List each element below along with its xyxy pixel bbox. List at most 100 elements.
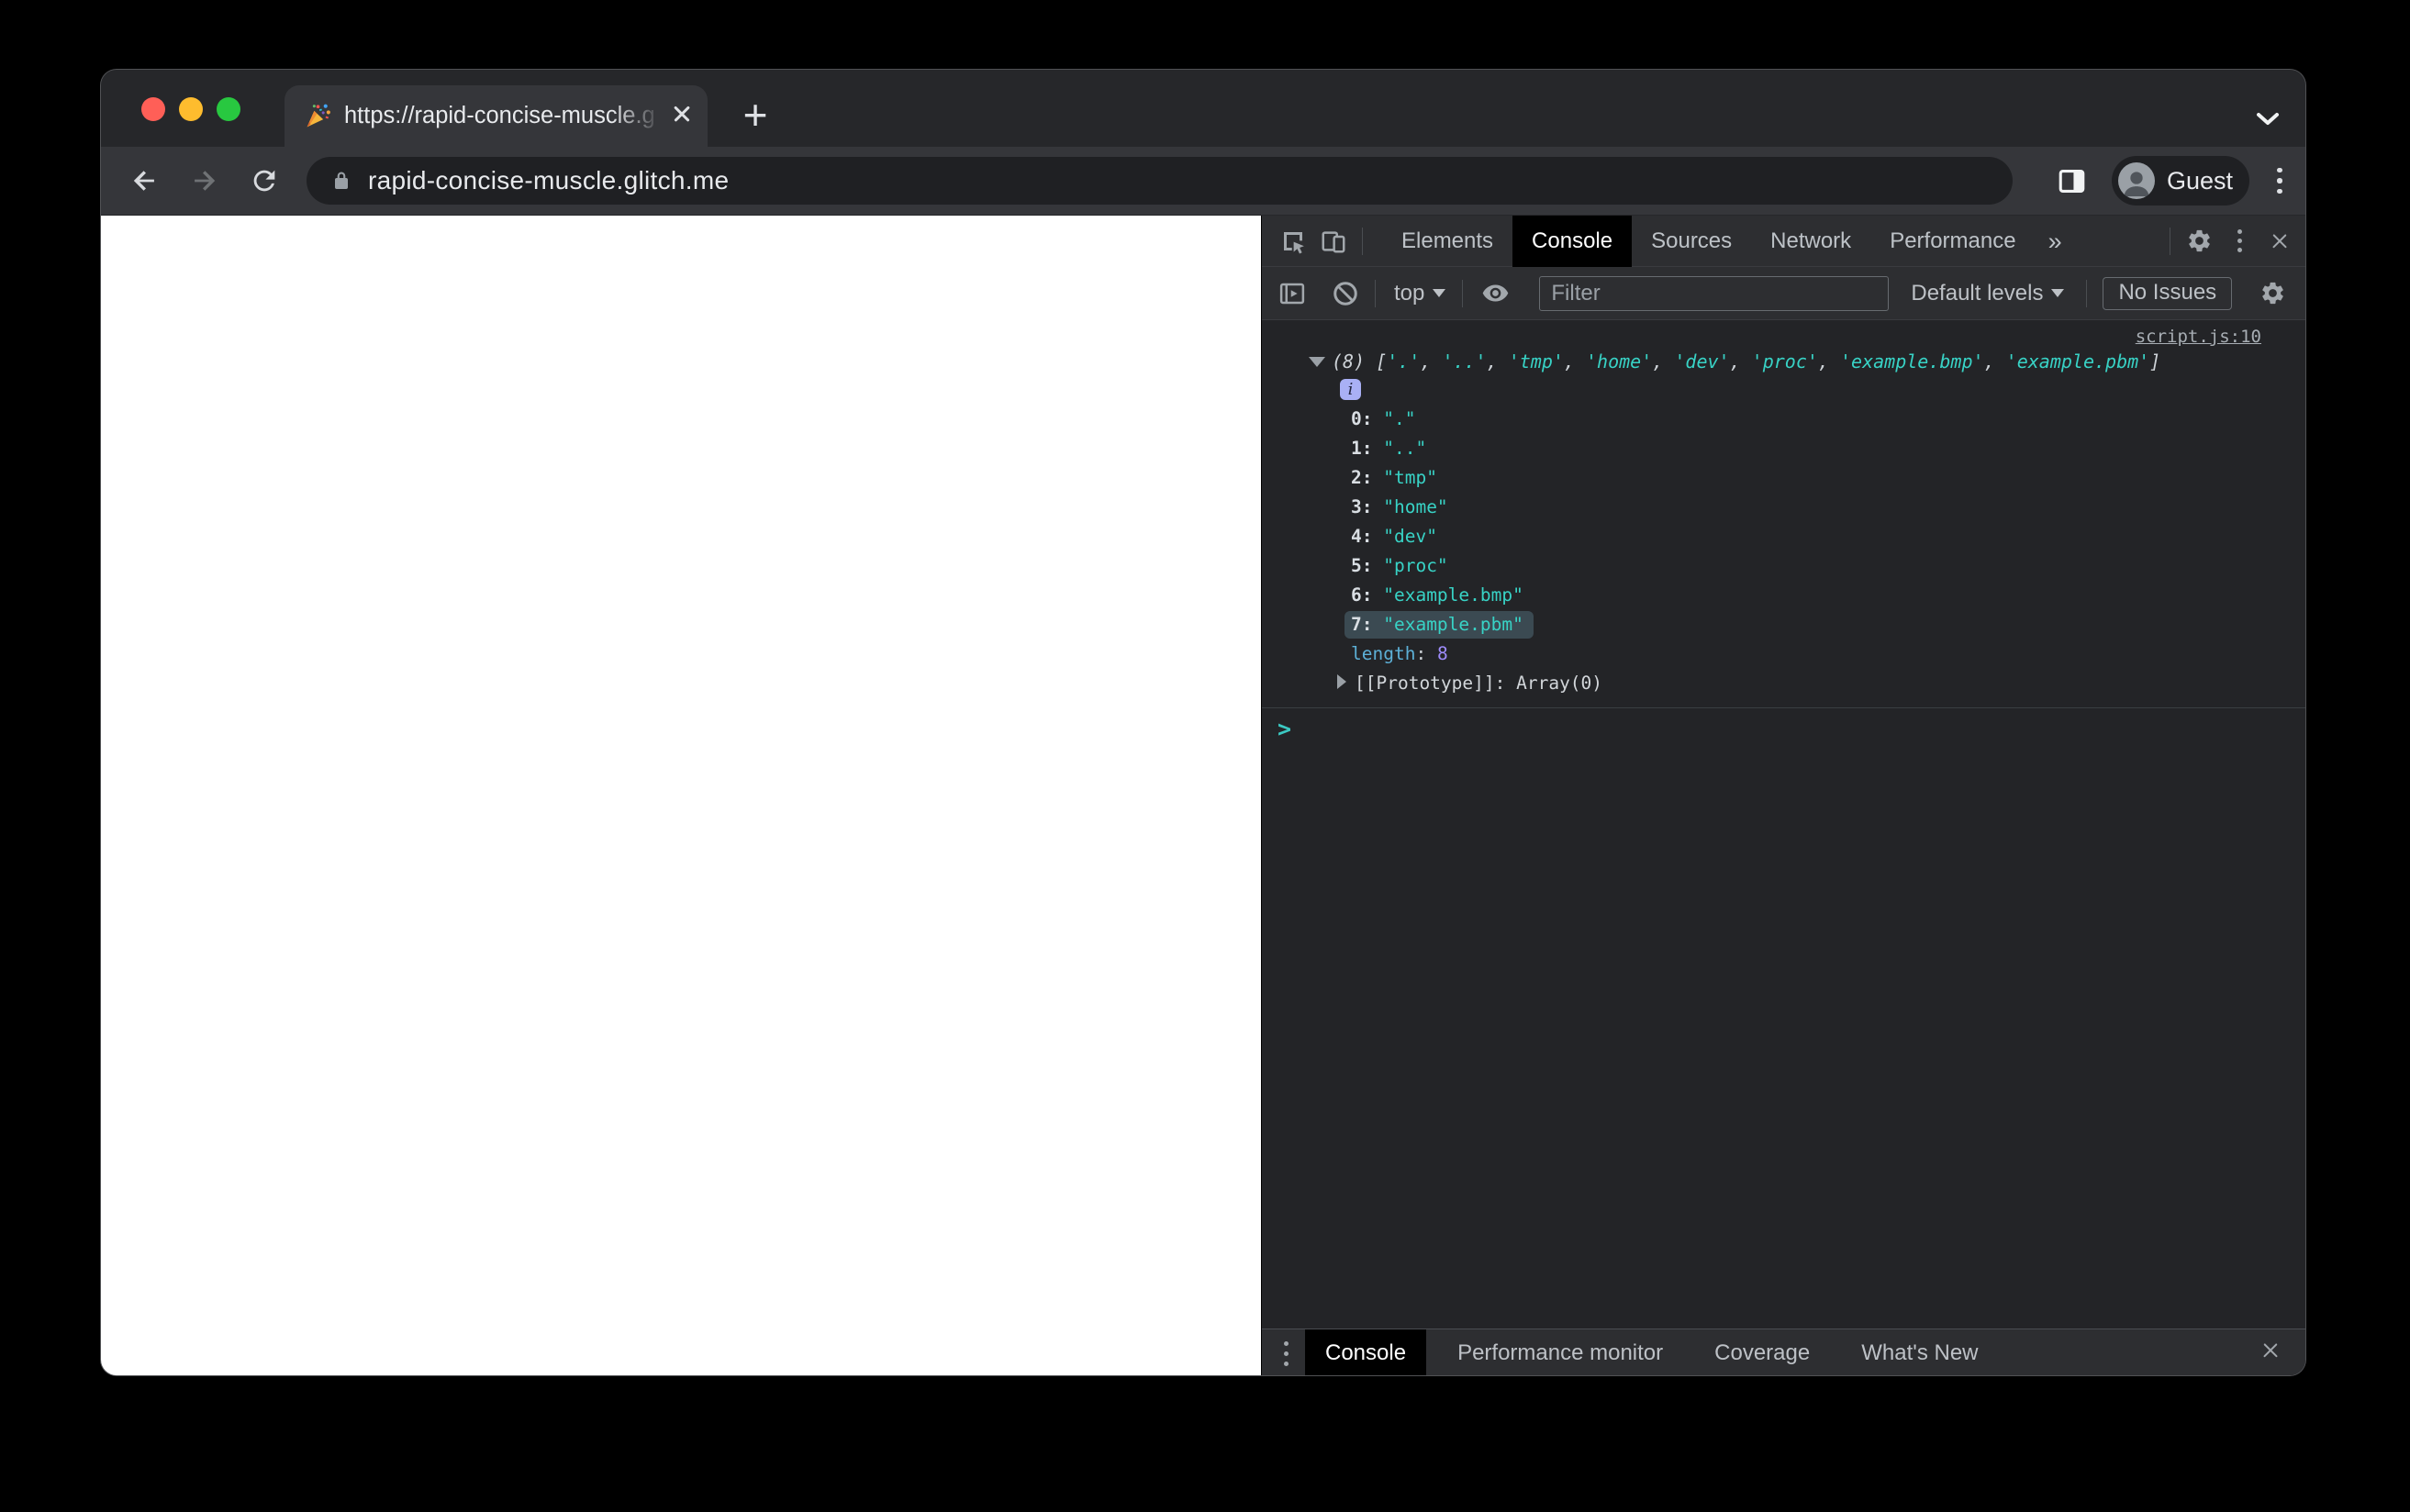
drawer-menu-kebab-icon[interactable]	[1284, 1340, 1289, 1366]
expand-caret-icon[interactable]	[1309, 357, 1325, 367]
clear-console-icon[interactable]	[1325, 268, 1366, 319]
forward-icon[interactable]	[184, 161, 224, 201]
profile-button[interactable]: Guest	[2112, 156, 2249, 206]
array-item-index: 1:	[1351, 438, 1373, 459]
device-toolbar-icon[interactable]	[1313, 216, 1354, 267]
profile-label: Guest	[2167, 166, 2234, 195]
drawer-tabs: Console Performance monitor Coverage What's…	[1305, 1329, 1999, 1375]
chevron-down-icon[interactable]	[2253, 110, 2282, 128]
array-preview-item: 'example.bmp'	[1840, 350, 1984, 372]
devtools-drawer: Console Performance monitor Coverage What's…	[1262, 1329, 2305, 1375]
array-item-value: "tmp"	[1383, 467, 1437, 488]
avatar-icon	[2118, 162, 2155, 199]
tab-close-icon[interactable]	[671, 103, 693, 129]
array-length-row: length: 8	[1351, 643, 1448, 664]
array-item-index: 7:	[1351, 614, 1373, 635]
console-toolbar: top Default levels No Issues	[1262, 267, 2305, 320]
back-icon[interactable]	[125, 161, 165, 201]
log-levels-label: Default levels	[1911, 280, 2044, 306]
address-bar[interactable]: rapid-concise-muscle.glitch.me	[307, 157, 2013, 205]
url-text: rapid-concise-muscle.glitch.me	[368, 166, 730, 195]
console-messages: script.js:10 (8) ['.', '..', 'tmp', 'hom…	[1262, 320, 2305, 1329]
array-item-value: "."	[1383, 408, 1416, 429]
array-item-value: "home"	[1383, 496, 1448, 517]
array-item-row[interactable]: 3: "home"	[1262, 493, 2305, 522]
devtools-menu-kebab-icon[interactable]	[2219, 216, 2259, 267]
drawer-tab-what-s-new[interactable]: What's New	[1841, 1329, 1998, 1375]
prototype-value: Array(0)	[1516, 673, 1603, 694]
property-name: length	[1351, 643, 1416, 664]
drawer-close-icon[interactable]	[2259, 1340, 2282, 1368]
side-panel-icon[interactable]	[2051, 161, 2092, 201]
drawer-tab-coverage[interactable]: Coverage	[1694, 1329, 1830, 1375]
array-preview-item: 'proc'	[1751, 350, 1818, 372]
eye-icon[interactable]	[1475, 268, 1515, 319]
tab-strip: https://rapid-concise-muscle.g +	[101, 70, 2305, 147]
drawer-tab-console[interactable]: Console	[1305, 1329, 1427, 1375]
array-item-row[interactable]: 4: "dev"	[1262, 522, 2305, 551]
new-tab-button[interactable]: +	[733, 94, 777, 138]
array-item-row[interactable]: 5: "proc"	[1262, 551, 2305, 581]
more-panels-button[interactable]: »	[2036, 216, 2075, 267]
array-preview-item: 'tmp'	[1508, 350, 1564, 372]
devtools-tabbar: Elements Console Sources Network Performance…	[1262, 215, 2305, 267]
array-preview[interactable]: (8) ['.', '..', 'tmp', 'home', 'dev', 'p…	[1262, 348, 2305, 375]
devtools-tab-network[interactable]: Network	[1751, 216, 1870, 267]
party-popper-icon	[307, 104, 330, 128]
chevron-down-icon	[2051, 289, 2065, 297]
reload-icon[interactable]	[244, 161, 285, 201]
browser-window: https://rapid-concise-muscle.g + rapid-c…	[100, 69, 2306, 1376]
chevron-down-icon	[1433, 289, 1446, 297]
array-item-index: 5:	[1351, 555, 1373, 576]
array-preview-count: (8) [	[1332, 350, 1388, 372]
array-preview-item: 'dev'	[1674, 350, 1730, 372]
property-value: 8	[1436, 643, 1448, 664]
devtools-tab-performance[interactable]: Performance	[1870, 216, 2035, 267]
prompt-chevron-icon: >	[1278, 716, 1292, 742]
array-item-row[interactable]: 2: "tmp"	[1262, 463, 2305, 493]
settings-gear-icon[interactable]	[2179, 216, 2219, 267]
array-item-row[interactable]: 6: "example.bmp"	[1262, 581, 2305, 610]
zoom-button[interactable]	[217, 97, 240, 121]
array-preview-item: '.'	[1387, 350, 1421, 372]
source-location-link[interactable]: script.js:10	[2136, 327, 2261, 347]
close-button[interactable]	[141, 97, 165, 121]
window-controls	[141, 97, 240, 121]
drawer-tab-performance-monitor[interactable]: Performance monitor	[1437, 1329, 1683, 1375]
array-item-value: "proc"	[1383, 555, 1448, 576]
browser-tab[interactable]: https://rapid-concise-muscle.g	[285, 85, 708, 147]
devtools-panel: Elements Console Sources Network Performance…	[1261, 215, 2305, 1375]
array-item-row[interactable]: 1: ".."	[1262, 434, 2305, 463]
context-selector[interactable]: top	[1394, 280, 1446, 306]
info-icon[interactable]: i	[1340, 379, 1361, 400]
array-item-row[interactable]: 7: "example.pbm"	[1262, 610, 2305, 639]
array-item-value: "dev"	[1383, 526, 1437, 547]
browser-toolbar: rapid-concise-muscle.glitch.me Guest	[101, 147, 2305, 216]
array-preview-item: 'home'	[1586, 350, 1653, 372]
devtools-tab-elements[interactable]: Elements	[1382, 216, 1512, 267]
browser-menu-kebab-icon[interactable]	[2277, 167, 2282, 195]
devtools-tab-console[interactable]: Console	[1512, 215, 1633, 267]
collapsed-caret-icon[interactable]	[1337, 674, 1346, 689]
array-item-index: 3:	[1351, 496, 1373, 517]
devtools-close-icon[interactable]	[2259, 216, 2300, 267]
filter-input[interactable]	[1539, 275, 1890, 311]
array-preview-item: 'example.pbm'	[2005, 350, 2150, 372]
tab-title: https://rapid-concise-muscle.g	[344, 103, 671, 129]
array-item-value: "example.bmp"	[1383, 584, 1523, 606]
prototype-row[interactable]: [[Prototype]]: Array(0)	[1262, 669, 2305, 698]
array-item-index: 6:	[1351, 584, 1373, 606]
log-levels-selector[interactable]: Default levels	[1911, 280, 2065, 306]
inspect-element-icon[interactable]	[1273, 216, 1313, 267]
issues-counter-button[interactable]: No Issues	[2103, 276, 2233, 310]
minimize-button[interactable]	[179, 97, 203, 121]
context-label: top	[1394, 280, 1425, 306]
console-prompt[interactable]: >	[1262, 708, 2305, 742]
array-item-index: 4:	[1351, 526, 1373, 547]
console-sidebar-icon[interactable]	[1272, 268, 1312, 319]
console-settings-gear-icon[interactable]	[2252, 268, 2293, 319]
array-item-value: "example.pbm"	[1383, 614, 1523, 635]
devtools-tab-sources[interactable]: Sources	[1632, 216, 1751, 267]
lock-icon	[335, 172, 348, 189]
array-item-row[interactable]: 0: "."	[1262, 405, 2305, 434]
